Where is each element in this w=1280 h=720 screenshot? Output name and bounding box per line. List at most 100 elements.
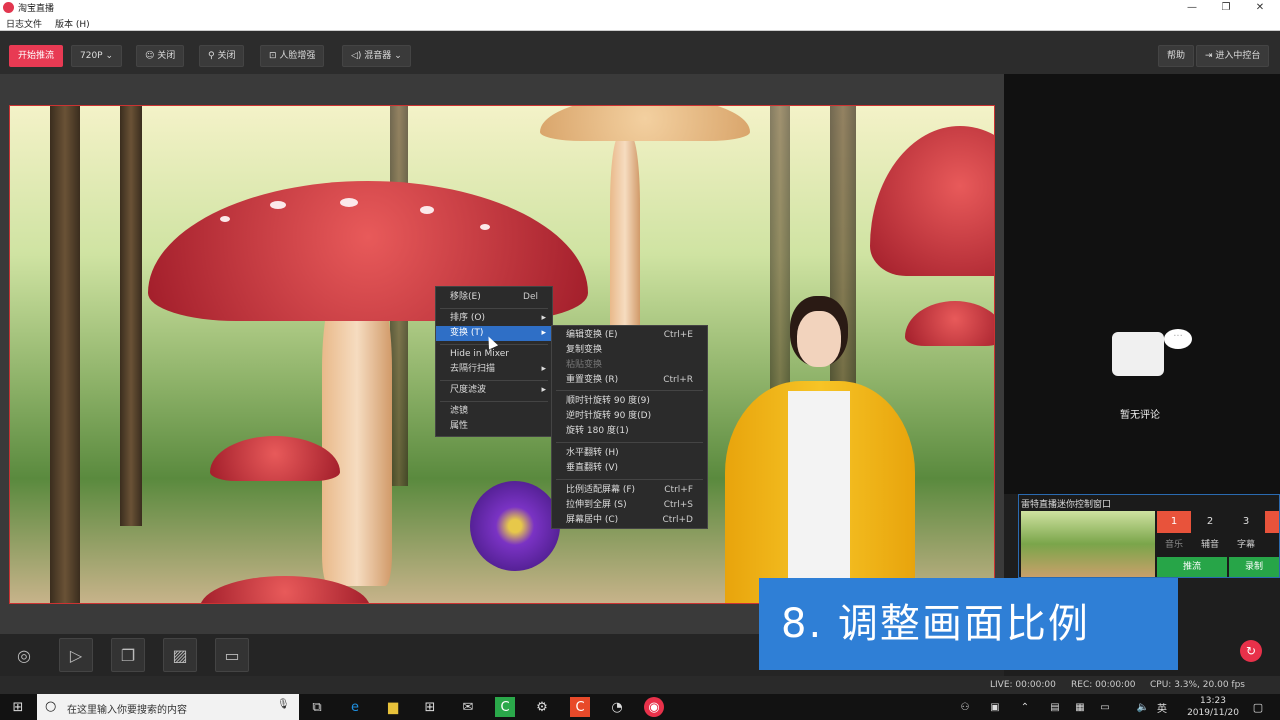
menu-item-scale-filter[interactable]: 尺度滤波 ▸ [436, 383, 552, 398]
maximize-button[interactable]: ❐ [1210, 0, 1242, 15]
mixer-button[interactable]: ◁) 混音器 ⌄ [342, 45, 411, 67]
tray-app-icon[interactable]: ▦ [1070, 697, 1090, 717]
scene-3-button[interactable]: 3 [1229, 511, 1263, 533]
push-stream-button[interactable]: 推流 [1157, 557, 1227, 577]
submenu-item-stretch-to-screen[interactable]: 拉伸到全屏 (S) Ctrl+S [552, 498, 707, 513]
image-icon: ▨ [172, 645, 188, 665]
window-capture-button[interactable]: ❐ [111, 638, 145, 672]
dub-button[interactable]: 辅音 [1193, 535, 1227, 555]
face-icon: ⊡ [269, 51, 280, 61]
minimize-button[interactable]: — [1176, 0, 1208, 15]
mushroom-spot [480, 224, 490, 230]
enter-console-button[interactable]: ⇥ 进入中控台 [1196, 45, 1270, 67]
status-bar: LIVE: 00:00:00 REC: 00:00:00 CPU: 3.3%, … [0, 676, 1280, 694]
file-explorer-icon[interactable]: ▆ [383, 697, 403, 717]
refresh-icon[interactable]: ↻ [1240, 640, 1262, 662]
empty-comments-icon [1112, 332, 1164, 376]
menu-log-file[interactable]: 日志文件 [6, 17, 42, 30]
mushroom-cap [210, 436, 340, 481]
submenu-item-rotate-cw[interactable]: 顺时针旋转 90 度(9) [552, 394, 707, 409]
music-button[interactable]: 音乐 [1157, 535, 1191, 555]
image-source-button[interactable]: ▨ [163, 638, 197, 672]
cpu-usage: CPU: 3.3%, 20.00 fps [1150, 680, 1245, 690]
menu-bar: 日志文件 版本 (H) [0, 15, 1280, 31]
submenu-item-rotate-ccw[interactable]: 逆时针旋转 90 度(D) [552, 409, 707, 424]
people-icon[interactable]: ⚇ [955, 697, 975, 717]
submenu-item-flip-horizontal[interactable]: 水平翻转 (H) [552, 446, 707, 461]
clock-date: 2019/11/20 [1187, 708, 1239, 718]
tree-trunk [120, 106, 142, 526]
menu-item-remove[interactable]: 移除(E) Del [436, 290, 552, 305]
store-icon[interactable]: ⊞ [420, 697, 440, 717]
purple-flower [470, 481, 560, 571]
subtitle-button[interactable]: 字幕 [1229, 535, 1263, 555]
mini-control-window: 雷特直播迷你控制窗口 1 2 3 音乐 辅音 字幕 推流 录制 [1018, 494, 1280, 578]
menu-item-deinterlace[interactable]: 去隔行扫描 ▸ [436, 362, 552, 377]
text-source-button[interactable]: ▭ [215, 638, 249, 672]
submenu-item-label: 逆时针旋转 90 度(D) [566, 411, 652, 421]
submenu-item-reset-transform[interactable]: 重置变换 (R) Ctrl+R [552, 373, 707, 388]
help-button[interactable]: 帮助 [1158, 45, 1195, 67]
app-logo-icon [3, 2, 14, 13]
rec-time: REC: 00:00:00 [1071, 680, 1136, 690]
app-q-icon[interactable]: ◔ [607, 697, 627, 717]
menu-item-hide-in-mixer[interactable]: Hide in Mixer [436, 347, 552, 362]
scene-1-button[interactable]: 1 [1157, 511, 1191, 533]
resolution-select[interactable]: 720P ⌄ [71, 45, 123, 67]
submenu-item-shortcut: Ctrl+S [663, 500, 693, 510]
menu-item-label: 属性 [450, 421, 469, 431]
menu-version[interactable]: 版本 (H) [55, 17, 90, 30]
chevron-right-icon: ▸ [541, 313, 546, 323]
taskbar-search[interactable]: ○ 在这里输入你要搜索的内容 🎙 [37, 694, 299, 720]
network-icon[interactable]: ▭ [1095, 697, 1115, 717]
taobao-live-icon[interactable]: ◉ [644, 697, 664, 717]
menu-item-label: 去隔行扫描 [450, 364, 496, 374]
face-enhance-label: 人脸增强 [279, 51, 316, 61]
close-button[interactable]: ✕ [1244, 0, 1276, 15]
settings-gear-icon[interactable]: ⚙ [532, 697, 552, 717]
submenu-item-fit-to-screen[interactable]: 比例适配屏幕 (F) Ctrl+F [552, 483, 707, 498]
mushroom-cap [540, 106, 750, 141]
scene-2-button[interactable]: 2 [1193, 511, 1227, 533]
submenu-item-flip-vertical[interactable]: 垂直翻转 (V) [552, 461, 707, 476]
tray-app-icon[interactable]: ▤ [1045, 697, 1065, 717]
beauty-button[interactable]: ☺ 关闭 [136, 45, 185, 67]
volume-icon[interactable]: 🔈 [1133, 697, 1153, 717]
submenu-item-paste-transform: 粘贴变换 [552, 358, 707, 373]
mushroom-cap [905, 301, 994, 346]
start-stream-button[interactable]: 开始推流 [9, 45, 64, 67]
video-source-button[interactable]: ▷ [59, 638, 93, 672]
menu-separator [440, 308, 548, 309]
tutorial-caption: 8. 调整画面比例 [759, 578, 1178, 670]
submenu-item-center-screen[interactable]: 屏幕居中 (C) Ctrl+D [552, 513, 707, 528]
submenu-item-label: 屏幕居中 (C) [566, 515, 619, 525]
menu-item-order[interactable]: 排序 (O) ▸ [436, 311, 552, 326]
submenu-item-edit-transform[interactable]: 编辑变换 (E) Ctrl+E [552, 328, 707, 343]
menu-item-filters[interactable]: 滤镜 [436, 404, 552, 419]
scene-4-button[interactable] [1265, 511, 1279, 533]
menu-item-properties[interactable]: 属性 [436, 419, 552, 434]
submenu-item-label: 顺时针旋转 90 度(9) [566, 396, 650, 406]
tray-app-icon[interactable]: ▣ [985, 697, 1005, 717]
submenu-item-shortcut: Ctrl+F [664, 485, 693, 495]
menu-item-label: 尺度滤波 [450, 385, 487, 395]
transform-submenu: 编辑变换 (E) Ctrl+E 复制变换 粘贴变换 重置变换 (R) Ctrl+… [551, 325, 708, 529]
face-enhance-button[interactable]: ⊡ 人脸增强 [260, 45, 325, 67]
camera-source-button[interactable]: ◎ [7, 638, 41, 672]
app-c-icon[interactable]: C [570, 697, 590, 717]
task-view-icon[interactable]: ⧉ [307, 697, 327, 717]
submenu-item-copy-transform[interactable]: 复制变换 [552, 343, 707, 358]
tray-chevron-icon[interactable]: ⌃ [1015, 697, 1035, 717]
notification-icon[interactable]: ▢ [1248, 697, 1268, 717]
record-button[interactable]: 录制 [1229, 557, 1279, 577]
webcam-icon: ◎ [17, 645, 31, 665]
filter-button[interactable]: ⚲ 关闭 [199, 45, 245, 67]
mail-icon[interactable]: ✉ [458, 697, 478, 717]
windows-start-icon[interactable]: ⊞ [8, 697, 28, 717]
camtasia-icon[interactable]: C [495, 697, 515, 717]
taskbar-clock[interactable]: 13:23 2019/11/20 [1186, 695, 1240, 719]
mushroom-stem [322, 276, 392, 586]
submenu-item-rotate-180[interactable]: 旋转 180 度(1) [552, 424, 707, 439]
edge-icon[interactable]: e [345, 697, 365, 717]
ime-language[interactable]: 英 [1152, 697, 1172, 717]
